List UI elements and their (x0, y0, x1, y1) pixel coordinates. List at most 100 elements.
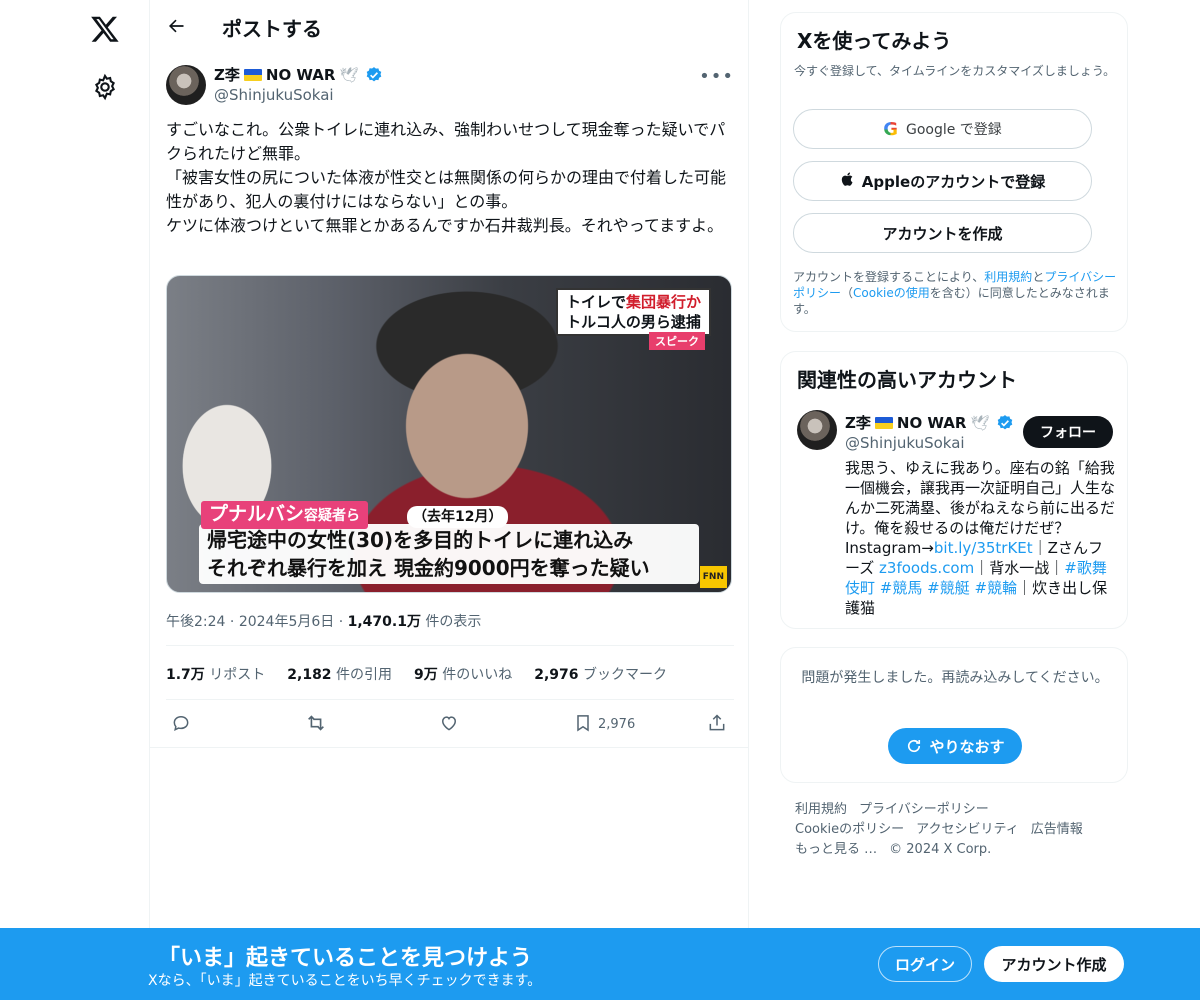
bio-text: ｜背水一战｜ (974, 559, 1065, 577)
author-name[interactable]: Z李 (214, 64, 240, 85)
quotes-label: 件の引用 (336, 667, 393, 683)
google-signup-button[interactable]: G Google で登録 (793, 109, 1092, 149)
retry-button[interactable]: やりなおす (888, 728, 1022, 764)
google-signup-label: Google で登録 (905, 122, 1002, 138)
caption-headline-red: 集団暴行か (625, 293, 701, 311)
author-handle[interactable]: @ShinjukuSokai (214, 86, 334, 104)
ukraine-flag-icon (874, 416, 893, 429)
tweet-stats: 1.7万 リポスト 2,182 件の引用 9万 件のいいね 2,976 ブックマ… (166, 664, 667, 684)
likes-stat[interactable]: 9万 件のいいね (414, 664, 512, 684)
more-options-icon[interactable]: ••• (699, 66, 734, 87)
related-bio: 我思う、ゆえに我あり。座右の銘「給我一個機会，譲我再一次証明自己」人生なんか二死… (845, 458, 1115, 618)
reposts-stat[interactable]: 1.7万 リポスト (166, 664, 265, 684)
page-title: ポストする (222, 16, 322, 41)
signup-card: Xを使ってみよう 今すぐ登録して、タイムラインをカスタマイズしましょう。 G G… (780, 12, 1128, 332)
quotes-count: 2,182 (287, 667, 332, 683)
x-logo-icon[interactable] (88, 12, 122, 46)
views-label: 件の表示 (425, 614, 482, 630)
caption-headline-line2: トルコ人の男ら逮捕 (566, 313, 701, 331)
signup-terms: アカウントを登録することにより、利用規約とプライバシーポリシー（Cookieの使… (793, 269, 1119, 317)
caption-headline: トイレで集団暴行か トルコ人の男ら逮捕 (555, 288, 711, 336)
caption-date: （去年12月） (407, 506, 509, 528)
cookie-link[interactable]: Cookieの使用 (853, 286, 930, 300)
apple-signup-button[interactable]: Appleのアカウントで登録 (793, 161, 1092, 201)
footer-accessibility-link[interactable]: アクセシビリティ (916, 822, 1019, 837)
caption-headline-prefix: トイレで (565, 293, 626, 311)
share-icon[interactable] (707, 712, 729, 734)
reply-icon[interactable] (171, 712, 193, 734)
tweet-media-image[interactable]: トイレで集団暴行か トルコ人の男ら逮捕 スピーク 帰宅途中の女性(30)を多目的… (166, 275, 732, 593)
login-button[interactable]: ログイン (878, 946, 972, 982)
bottom-bar-subtitle: Xなら、「いま」起きていることをいち早くチェックできます。 (148, 973, 542, 989)
main-column: ポストする Z李 NO WAR 🕊 @ShinjukuSokai ••• すごい… (150, 0, 749, 1000)
bookmarks-stat[interactable]: 2,976 ブックマーク (534, 664, 667, 684)
signup-subtitle: 今すぐ登録して、タイムラインをカスタマイズしましょう。 (794, 64, 1116, 78)
header: ポストする (150, 0, 748, 54)
bottom-signup-bar: 「いま」起きていることを見つけよう Xなら、「いま」起きていることをいち早くチェ… (0, 928, 1200, 1000)
caption-name-suffix: 容疑者ら (304, 508, 361, 524)
related-name-row[interactable]: Z李 NO WAR 🕊 (845, 412, 1014, 433)
fnn-logo: FNN (699, 566, 727, 588)
left-nav (0, 0, 150, 1000)
tweet-date[interactable]: 2024年5月6日 (239, 614, 334, 630)
caption-main: 帰宅途中の女性(30)を多目的トイレに連れ込み それぞれ暴行を加え 現金約900… (199, 524, 699, 584)
gear-icon[interactable] (91, 73, 119, 101)
signup-title: Xを使ってみよう (797, 29, 952, 53)
quotes-stat[interactable]: 2,182 件の引用 (287, 664, 392, 684)
reposts-count: 1.7万 (166, 667, 205, 683)
author-tag: NO WAR (265, 65, 336, 84)
like-icon[interactable] (439, 712, 461, 734)
avatar[interactable] (797, 410, 837, 450)
related-accounts-card: 関連性の高いアカウント Z李 NO WAR 🕊 @ShinjukuSokai フ… (780, 351, 1128, 629)
create-account-button[interactable]: アカウントを作成 (793, 213, 1092, 253)
hashtag-link[interactable]: #競輪 (975, 579, 1018, 597)
retry-label: やりなおす (929, 737, 1005, 756)
footer-cookie-link[interactable]: Cookieのポリシー (795, 822, 904, 837)
bookmarks-label: ブックマーク (582, 667, 667, 683)
tweet-actions: 2,976 (166, 708, 736, 740)
bookmark-count: 2,976 (598, 717, 636, 732)
bottom-bar-title: 「いま」起きていることを見つけよう (158, 946, 533, 971)
divider (150, 747, 749, 748)
views-count: 1,470.1万 (347, 614, 421, 630)
bookmark-icon[interactable] (573, 712, 595, 734)
footer-ads-link[interactable]: 広告情報 (1031, 822, 1083, 837)
refresh-icon (905, 737, 923, 755)
bio-link[interactable]: bit.ly/35trKEt (934, 539, 1033, 557)
follow-button[interactable]: フォロー (1023, 416, 1113, 448)
apple-logo-icon (840, 170, 856, 192)
terms-link[interactable]: 利用規約 (984, 270, 1032, 284)
related-name[interactable]: Z李 (845, 412, 871, 433)
repost-icon[interactable] (305, 712, 327, 734)
footer-copyright: © 2024 X Corp. (889, 842, 992, 857)
caption-speak: スピーク (649, 332, 705, 350)
avatar[interactable] (166, 65, 206, 105)
tweet-time[interactable]: 午後2:24 (166, 614, 225, 630)
google-logo-icon: G (883, 118, 898, 140)
reposts-label: リポスト (209, 667, 266, 683)
footer-privacy-link[interactable]: プライバシーポリシー (859, 802, 989, 817)
dove-icon: 🕊 (339, 65, 359, 84)
terms-paren: （ (841, 286, 854, 300)
related-tag: NO WAR (896, 413, 967, 432)
footer-more-link[interactable]: もっと見る … (795, 842, 877, 857)
hashtag-link[interactable]: #競馬 (880, 579, 923, 597)
caption-name: プナルバシ容疑者ら (201, 501, 369, 529)
author-name-row[interactable]: Z李 NO WAR 🕊 (214, 64, 383, 85)
related-handle[interactable]: @ShinjukuSokai (845, 434, 965, 452)
related-title: 関連性の高いアカウント (797, 368, 1017, 392)
caption-line1: 帰宅途中の女性(30)を多目的トイレに連れ込み (207, 528, 634, 552)
footer-terms-link[interactable]: 利用規約 (795, 802, 847, 817)
error-card: 問題が発生しました。再読み込みしてください。 やりなおす (780, 647, 1128, 783)
apple-signup-label: Appleのアカウントで登録 (861, 172, 1046, 191)
likes-count: 9万 (414, 667, 438, 683)
verified-badge-icon (996, 414, 1014, 432)
divider (166, 645, 734, 646)
bio-link[interactable]: z3foods.com (879, 559, 974, 577)
create-account-button[interactable]: アカウント作成 (984, 946, 1124, 982)
footer: 利用規約 プライバシーポリシー Cookieのポリシー アクセシビリティ 広告情報 も… (795, 800, 1115, 860)
tweet-meta: 午後2:24 · 2024年5月6日 · 1,470.1万 件の表示 (166, 614, 482, 630)
hashtag-link[interactable]: #競艇 (927, 579, 970, 597)
tweet-text: すごいなこれ。公衆トイレに連れ込み、強制わいせつして現金奪った疑いでパクられたけ… (166, 120, 727, 235)
back-arrow-icon[interactable] (166, 16, 188, 38)
